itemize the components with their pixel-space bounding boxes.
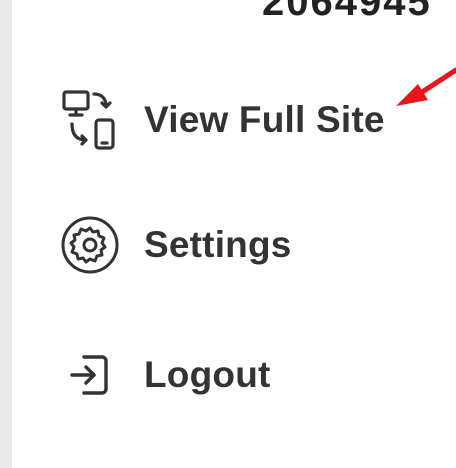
view-full-site-label: View Full Site	[144, 99, 385, 140]
settings-label: Settings	[144, 224, 292, 265]
settings-link[interactable]: Settings	[58, 215, 292, 275]
account-menu: View Full Site Settings Logout	[0, 0, 456, 468]
logout-link[interactable]: Logout	[58, 345, 271, 405]
annotation-arrow-icon	[396, 67, 456, 106]
view-full-site-link[interactable]: View Full Site	[58, 90, 385, 150]
logout-icon	[58, 343, 122, 407]
logout-label: Logout	[144, 354, 271, 395]
responsive-view-icon	[58, 88, 122, 152]
gear-icon	[58, 213, 122, 277]
